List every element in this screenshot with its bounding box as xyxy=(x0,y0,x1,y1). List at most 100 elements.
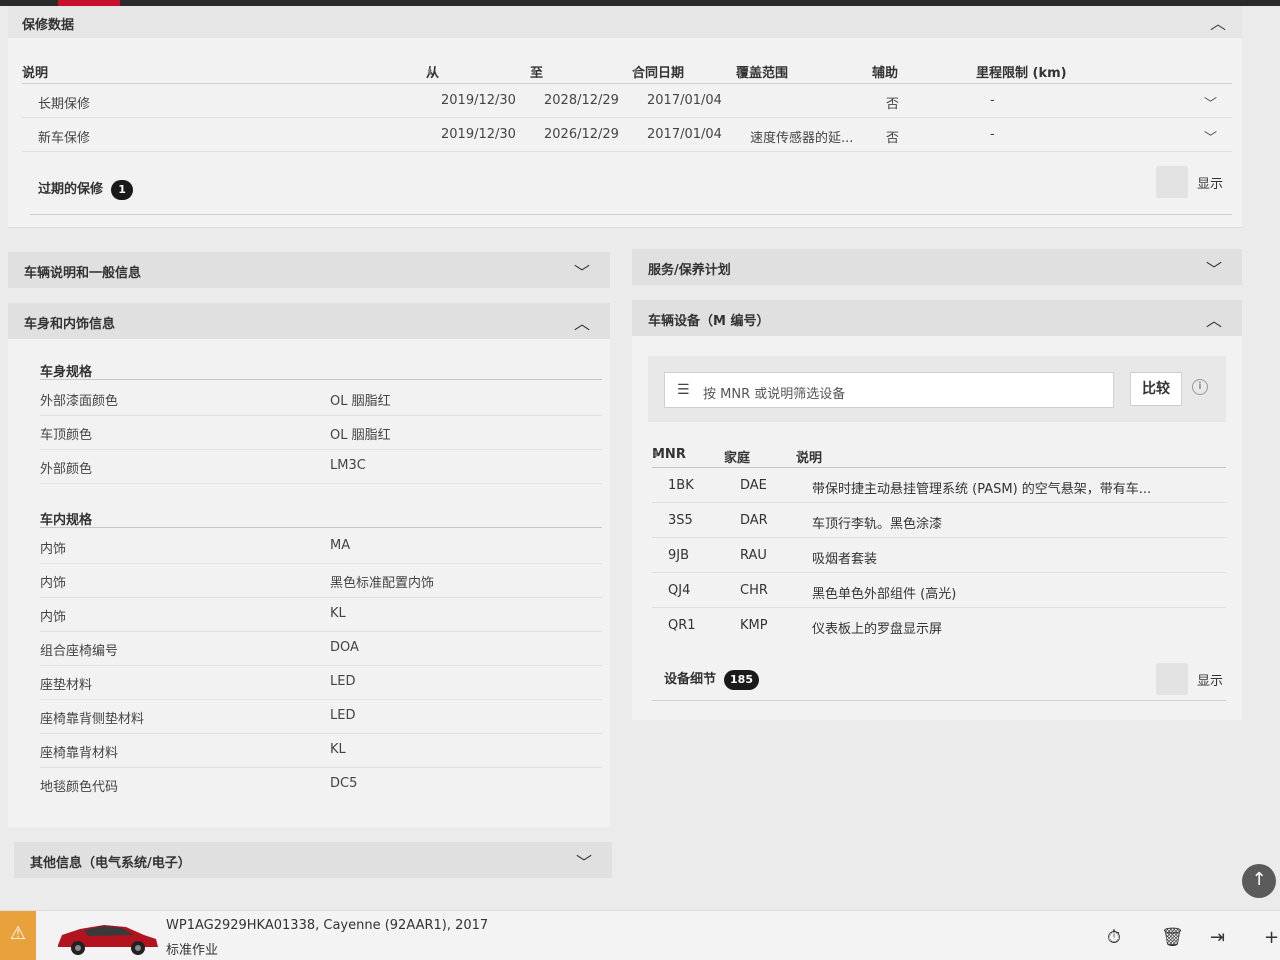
row-desc: 新车保修 xyxy=(38,131,91,146)
sort-icon: ⬍ xyxy=(652,450,660,460)
chevron-up-icon[interactable]: ︿ xyxy=(1210,10,1226,34)
row-contract: 2017/01/04 xyxy=(647,93,722,108)
vehicle-image xyxy=(58,925,158,955)
row-from: 2019/12/30 xyxy=(441,127,516,142)
chevron-up-icon[interactable]: ︿ xyxy=(574,310,590,334)
col-mileage[interactable]: ⬍ 里程限制 (km) xyxy=(976,62,1067,81)
sort-icon: ⬍ xyxy=(22,68,30,78)
row-from: 2019/12/30 xyxy=(441,93,516,108)
table-row[interactable]: 9JB RAU 吸烟者套装 xyxy=(652,538,1226,573)
show-equipment-checkbox[interactable] xyxy=(1156,663,1188,695)
job-type: 标准作业 xyxy=(166,943,219,958)
warranty-table-header: ⬍ 说明 ⬍ 从 ⬍ 至 ⬍ 合同日期 ⬍ 覆盖范围 ⬍ 辅助 ⬍ 里程限制 (km) xyxy=(22,56,1232,84)
col-to[interactable]: ⬍ 至 xyxy=(530,62,543,81)
table-row[interactable]: 3S5 DAR 车顶行李轨。黑色涂漆 xyxy=(652,503,1226,538)
equipment-table-header: ⬍ MNR ⬍ 家庭 ⬍ 说明 xyxy=(652,444,1226,468)
col-family[interactable]: ⬍ 家庭 xyxy=(724,447,750,466)
row-mnr: 1BK xyxy=(668,478,694,493)
col-from[interactable]: ⬍ 从 xyxy=(426,62,439,81)
exterior-spec-heading: 车身规格 xyxy=(40,365,93,380)
spec-key: 内饰 xyxy=(40,610,67,625)
spec-key: 地毯颜色代码 xyxy=(40,780,119,795)
row-contract: 2017/01/04 xyxy=(647,127,722,142)
row-aux: 否 xyxy=(886,131,900,146)
body-interior-panel-header[interactable]: 车身和内饰信息 ︿ xyxy=(8,303,610,339)
chevron-down-icon[interactable]: ﹀ xyxy=(576,849,592,873)
show-expired-checkbox[interactable] xyxy=(1156,166,1188,198)
col-mnr[interactable]: ⬍ MNR xyxy=(652,447,686,462)
trash-icon[interactable]: 🗑 xyxy=(1161,927,1184,948)
equipment-panel-header[interactable]: 车辆设备（M 编号） ︿ xyxy=(632,300,1242,336)
row-coverage: 速度传感器的延... xyxy=(750,131,854,146)
divider xyxy=(40,527,602,528)
spec-row: 座椅靠背材料 KL xyxy=(40,734,602,768)
show-expired-label[interactable]: 显示 xyxy=(1197,173,1223,192)
sort-icon: ⬍ xyxy=(426,68,434,78)
expired-warranty-toggle[interactable]: 过期的保修 1 xyxy=(38,178,134,200)
chevron-down-icon[interactable]: ﹀ xyxy=(574,259,590,283)
col-aux[interactable]: ⬍ 辅助 xyxy=(872,62,898,81)
plus-icon[interactable]: + xyxy=(1264,927,1279,948)
spec-row: 车顶颜色 OL 胭脂红 xyxy=(40,416,602,450)
warning-icon[interactable]: ⚠ xyxy=(0,911,36,960)
other-info-panel-header[interactable]: 其他信息（电气系统/电子） ﹀ xyxy=(14,842,612,878)
sort-icon: ⬍ xyxy=(736,68,744,78)
bottom-bar: ⚠ WP1AG2929HKA01338, Cayenne (92AAR1), 2… xyxy=(0,910,1280,960)
spec-key: 座椅靠背侧垫材料 xyxy=(40,712,145,727)
info-icon[interactable]: i xyxy=(1192,379,1208,395)
row-mnr: QJ4 xyxy=(668,583,691,598)
table-row[interactable]: 长期保修 2019/12/30 2028/12/29 2017/01/04 否 … xyxy=(22,84,1232,118)
chevron-down-icon[interactable]: ﹀ xyxy=(1204,127,1217,146)
warranty-title: 保修数据 xyxy=(22,18,75,33)
equipment-details-toggle[interactable]: 设备细节 185 xyxy=(664,668,759,690)
row-mnr: 3S5 xyxy=(668,513,693,528)
show-equipment-label[interactable]: 显示 xyxy=(1197,670,1223,689)
row-family: CHR xyxy=(740,583,768,598)
row-mnr: 9JB xyxy=(668,548,690,563)
chevron-down-icon[interactable]: ﹀ xyxy=(1204,93,1217,112)
col-desc[interactable]: ⬍ 说明 xyxy=(796,447,822,466)
spec-value: KL xyxy=(330,742,346,757)
spec-row: 外部颜色 LM3C xyxy=(40,450,602,484)
compare-button[interactable]: 比较 xyxy=(1130,372,1182,406)
chevron-up-icon[interactable]: ︿ xyxy=(1206,307,1222,331)
expired-count-badge: 1 xyxy=(111,179,134,200)
divider xyxy=(30,214,1232,215)
row-desc: 车顶行李轨。黑色涂漆 xyxy=(812,517,943,532)
col-desc[interactable]: ⬍ 说明 xyxy=(22,62,48,81)
spec-key: 车顶颜色 xyxy=(40,428,93,443)
spec-value: DC5 xyxy=(330,776,358,791)
col-contract-date[interactable]: ⬍ 合同日期 xyxy=(632,62,684,81)
col-coverage[interactable]: ⬍ 覆盖范围 xyxy=(736,62,788,81)
row-to: 2028/12/29 xyxy=(544,93,619,108)
table-row[interactable]: QR1 KMP 仪表板上的罗盘显示屏 xyxy=(652,608,1226,643)
panel-title: 服务/保养计划 xyxy=(648,263,731,278)
spec-row: 内饰 黑色标准配置内饰 xyxy=(40,564,602,598)
equipment-filter-input[interactable]: ☰ 按 MNR 或说明筛选设备 xyxy=(664,372,1114,408)
transfer-icon[interactable]: ⇥ xyxy=(1210,927,1225,948)
warranty-section: 保修数据 ︿ ⬍ 说明 ⬍ 从 ⬍ 至 ⬍ 合同日期 ⬍ 覆盖范围 ⬍ 辅助 ⬍ 里程限制 (… xyxy=(8,6,1242,228)
spec-key: 座垫材料 xyxy=(40,678,93,693)
spec-row: 座椅靠背侧垫材料 LED xyxy=(40,700,602,734)
general-info-panel-header[interactable]: 车辆说明和一般信息 ﹀ xyxy=(8,252,610,288)
table-row[interactable]: QJ4 CHR 黑色单色外部组件 (高光) xyxy=(652,573,1226,608)
timer-icon[interactable]: ⏱ xyxy=(1107,927,1121,948)
sort-icon: ⬍ xyxy=(872,68,880,78)
sort-icon: ⬍ xyxy=(632,68,640,78)
spec-row: 内饰 KL xyxy=(40,598,602,632)
spec-value: LED xyxy=(330,674,356,689)
divider xyxy=(40,379,602,380)
service-plan-panel-header[interactable]: 服务/保养计划 ﹀ xyxy=(632,249,1242,285)
table-row[interactable]: 1BK DAE 带保时捷主动悬挂管理系统 (PASM) 的空气悬架，带有车... xyxy=(652,468,1226,503)
arrow-up-icon[interactable]: ↑ xyxy=(1242,864,1276,898)
spec-key: 座椅靠背材料 xyxy=(40,746,119,761)
table-row[interactable]: 新车保修 2019/12/30 2026/12/29 2017/01/04 速度… xyxy=(22,118,1232,152)
sort-icon: ⬍ xyxy=(724,450,732,460)
sort-icon: ⬍ xyxy=(976,68,984,78)
warranty-header[interactable]: 保修数据 ︿ xyxy=(8,6,1242,38)
filter-placeholder: 按 MNR 或说明筛选设备 xyxy=(703,387,846,402)
spec-row: 地毯颜色代码 DC5 xyxy=(40,768,602,802)
chevron-down-icon[interactable]: ﹀ xyxy=(1206,256,1222,280)
sort-icon: ⬍ xyxy=(530,68,538,78)
spec-value: MA xyxy=(330,538,351,553)
